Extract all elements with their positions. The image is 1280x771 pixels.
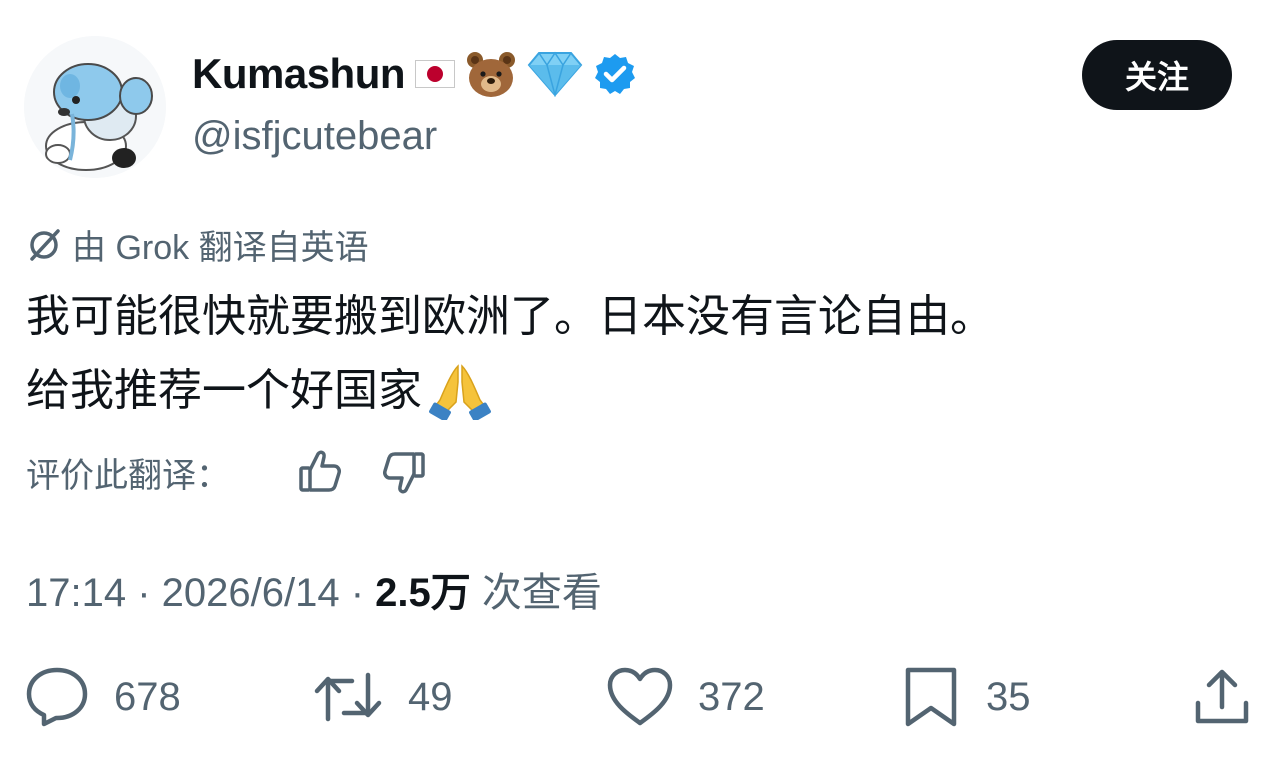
- tweet-meta: 17:14 · 2026/6/14 · 2.5万 次查看: [26, 560, 602, 618]
- thumbs-up-button[interactable]: [296, 446, 344, 498]
- view-count[interactable]: 2.5万: [375, 571, 471, 615]
- rate-translation-label: 评价此翻译：: [26, 456, 230, 495]
- bookmark-count: 35: [986, 674, 1031, 719]
- grok-icon: [26, 227, 62, 263]
- thumbs-down-icon: [380, 446, 428, 498]
- heart-icon: [606, 667, 674, 727]
- tweet-text-line-2: 给我推荐一个好国家: [26, 366, 422, 415]
- retweet-icon: [312, 669, 384, 725]
- meta-separator: ·: [339, 571, 376, 615]
- thumbs-up-icon: [296, 446, 344, 498]
- bookmark-icon: [900, 666, 962, 728]
- translation-notice-text: 由 Grok 翻译自英语: [72, 229, 369, 267]
- display-name[interactable]: Kumashun: [192, 50, 406, 98]
- reply-icon: [24, 666, 90, 728]
- tweet-text: 我可能很快就要搬到欧洲了。日本没有言论自由。 给我推荐一个好国家: [26, 280, 1256, 428]
- verified-badge-icon: [593, 52, 637, 96]
- bear-avatar-illustration: [24, 36, 166, 178]
- view-count-label: 次查看: [470, 571, 602, 615]
- retweet-button[interactable]: 49: [312, 662, 453, 732]
- tweet-text-line-1: 我可能很快就要搬到欧洲了。日本没有言论自由。: [26, 292, 994, 341]
- meta-separator: ·: [126, 571, 162, 615]
- avatar[interactable]: [24, 36, 166, 178]
- user-handle[interactable]: @isfjcutebear: [192, 114, 437, 159]
- reply-count: 678: [114, 674, 181, 719]
- tweet-date[interactable]: 2026/6/14: [162, 571, 340, 615]
- like-button[interactable]: 372: [606, 662, 765, 732]
- follow-button[interactable]: 关注: [1082, 40, 1232, 110]
- japan-flag-icon: [415, 60, 456, 88]
- like-count: 372: [698, 674, 765, 719]
- share-icon: [1192, 667, 1252, 727]
- retweet-count: 49: [408, 674, 453, 719]
- bookmark-button[interactable]: 35: [900, 662, 1031, 732]
- tweet-time[interactable]: 17:14: [26, 571, 126, 615]
- folded-hands-icon: [428, 362, 492, 420]
- thumbs-down-button[interactable]: [380, 446, 428, 498]
- share-button[interactable]: [1192, 662, 1252, 732]
- user-name-row[interactable]: Kumashun: [192, 50, 637, 98]
- gem-icon: [527, 51, 583, 97]
- bear-face-icon: [465, 50, 517, 98]
- translation-notice: 由 Grok 翻译自英语: [26, 220, 369, 269]
- reply-button[interactable]: 678: [24, 662, 181, 732]
